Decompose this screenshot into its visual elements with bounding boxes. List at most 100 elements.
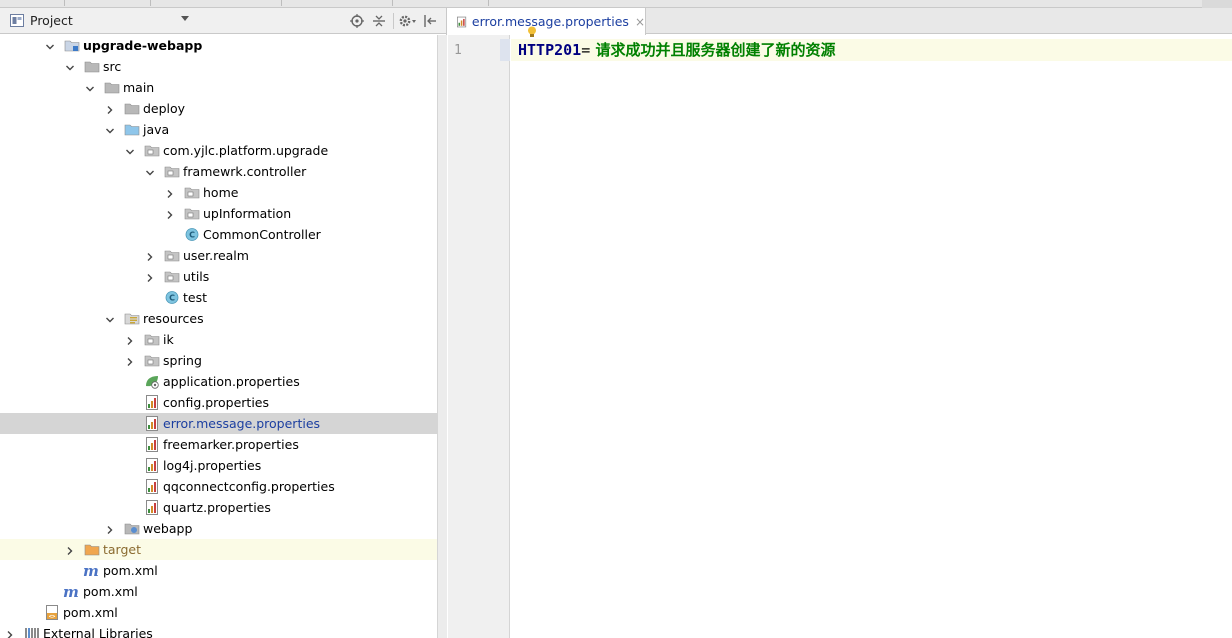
tree-item[interactable]: External Libraries	[0, 623, 437, 638]
panel-toolbar	[346, 12, 441, 30]
chevron-down-icon[interactable]	[145, 166, 155, 176]
tree-item[interactable]: upgrade-webapp	[0, 35, 437, 56]
chevron-right-icon[interactable]	[145, 271, 155, 282]
package-icon	[164, 269, 180, 284]
code-content[interactable]: HTTP201= 请求成功并且服务器创建了新的资源	[518, 41, 835, 59]
tree-item[interactable]: com.yjlc.platform.upgrade	[0, 140, 437, 161]
web-folder-icon	[124, 521, 140, 536]
chevron-down-icon[interactable]	[85, 82, 95, 92]
tree-item-label: CommonController	[203, 227, 321, 242]
tree-item[interactable]: ik	[0, 329, 437, 350]
tree-item[interactable]: main	[0, 77, 437, 98]
class-icon: C	[164, 290, 180, 305]
tree-item[interactable]: src	[0, 56, 437, 77]
lightbulb-icon[interactable]	[527, 26, 537, 38]
tree-item[interactable]: resources	[0, 308, 437, 329]
tree-item[interactable]: user.realm	[0, 245, 437, 266]
chevron-down-icon[interactable]	[105, 124, 115, 134]
tree-item[interactable]: framewrk.controller	[0, 161, 437, 182]
chevron-right-icon[interactable]	[165, 208, 175, 219]
chevron-right-icon[interactable]	[145, 250, 155, 261]
tree-item-label: log4j.properties	[163, 458, 262, 473]
window-top-strip	[0, 0, 1232, 8]
class-icon: C	[184, 227, 200, 242]
package-icon	[184, 206, 200, 221]
tree-item[interactable]: application.properties	[0, 371, 437, 392]
settings-button[interactable]	[397, 12, 419, 30]
tree-item[interactable]: home	[0, 182, 437, 203]
tree-item-label: target	[103, 542, 142, 557]
tree-item[interactable]: log4j.properties	[0, 455, 437, 476]
tree-item[interactable]: <> pom.xml	[0, 602, 437, 623]
maven-icon: m	[62, 583, 79, 601]
properties-file-icon	[144, 500, 160, 515]
chevron-right-icon[interactable]	[5, 628, 15, 638]
excluded-folder-icon	[84, 542, 100, 557]
tree-item-label: quartz.properties	[163, 500, 271, 515]
tree-item[interactable]: utils	[0, 266, 437, 287]
hide-panel-button[interactable]	[419, 12, 441, 30]
window-corner	[1202, 0, 1232, 8]
chevron-right-icon[interactable]	[65, 544, 75, 555]
tree-item[interactable]: error.message.properties	[0, 413, 437, 434]
chevron-right-icon[interactable]	[125, 355, 135, 366]
tree-item-label: test	[183, 290, 208, 305]
svg-text:m: m	[63, 584, 79, 599]
line-number: 1	[454, 43, 462, 58]
libraries-icon	[24, 626, 40, 638]
properties-file-icon	[144, 458, 160, 473]
project-view-selector[interactable]: Project	[10, 13, 73, 28]
tree-item[interactable]: config.properties	[0, 392, 437, 413]
tree-item[interactable]: target	[0, 539, 437, 560]
chevron-down-icon[interactable]	[125, 145, 135, 155]
properties-file-icon	[144, 437, 160, 452]
tree-item[interactable]: webapp	[0, 518, 437, 539]
project-panel-header: Project	[0, 8, 446, 34]
tab-error-message-properties[interactable]: error.message.properties ×	[448, 8, 646, 35]
chevron-down-icon[interactable]	[45, 40, 55, 50]
chevron-down-icon[interactable]	[65, 61, 75, 71]
collapse-all-button[interactable]	[368, 12, 390, 30]
current-line-marker	[500, 39, 510, 61]
tree-item[interactable]: spring	[0, 350, 437, 371]
chevron-right-icon[interactable]	[105, 523, 115, 534]
tree-item-label: upgrade-webapp	[83, 38, 203, 53]
tree-item-label: deploy	[143, 101, 186, 116]
svg-text:C: C	[189, 231, 195, 240]
code-line-1[interactable]: HTTP201= 请求成功并且服务器创建了新的资源	[511, 39, 1232, 61]
tree-item[interactable]: qqconnectconfig.properties	[0, 476, 437, 497]
tree-item[interactable]: m pom.xml	[0, 581, 437, 602]
tree-item[interactable]: C CommonController	[0, 224, 437, 245]
panel-scroll-stripe[interactable]	[437, 35, 447, 638]
chevron-right-icon[interactable]	[125, 334, 135, 345]
close-icon[interactable]: ×	[635, 15, 645, 29]
tree-item[interactable]: m pom.xml	[0, 560, 437, 581]
properties-file-icon	[144, 416, 160, 431]
chevron-down-icon[interactable]	[181, 16, 189, 21]
tree-item-label: main	[123, 80, 155, 95]
tree-item[interactable]: Ctest	[0, 287, 437, 308]
package-icon	[144, 353, 160, 368]
tree-item[interactable]: freemarker.properties	[0, 434, 437, 455]
properties-file-icon	[144, 479, 160, 494]
properties-file-icon	[144, 395, 160, 410]
scroll-from-source-button[interactable]	[346, 12, 368, 30]
spring-properties-icon	[144, 374, 160, 389]
chevron-right-icon[interactable]	[165, 187, 175, 198]
package-icon	[164, 164, 180, 179]
tree-item-label: com.yjlc.platform.upgrade	[163, 143, 329, 158]
editor-area: error.message.properties × 1 HTTP201= 请求…	[448, 8, 1232, 638]
svg-text:<>: <>	[49, 614, 56, 620]
tree-item-label: application.properties	[163, 374, 300, 389]
resources-folder-icon	[124, 311, 140, 326]
folder-icon	[124, 101, 140, 116]
chevron-right-icon[interactable]	[105, 103, 115, 114]
tree-item[interactable]: upInformation	[0, 203, 437, 224]
tree-item[interactable]: quartz.properties	[0, 497, 437, 518]
tree-item-label: src	[103, 59, 122, 74]
tree-item[interactable]: java	[0, 119, 437, 140]
chevron-down-icon[interactable]	[105, 313, 115, 323]
module-folder-icon	[64, 38, 80, 53]
cut-off-tab	[64, 0, 149, 6]
tree-item[interactable]: deploy	[0, 98, 437, 119]
